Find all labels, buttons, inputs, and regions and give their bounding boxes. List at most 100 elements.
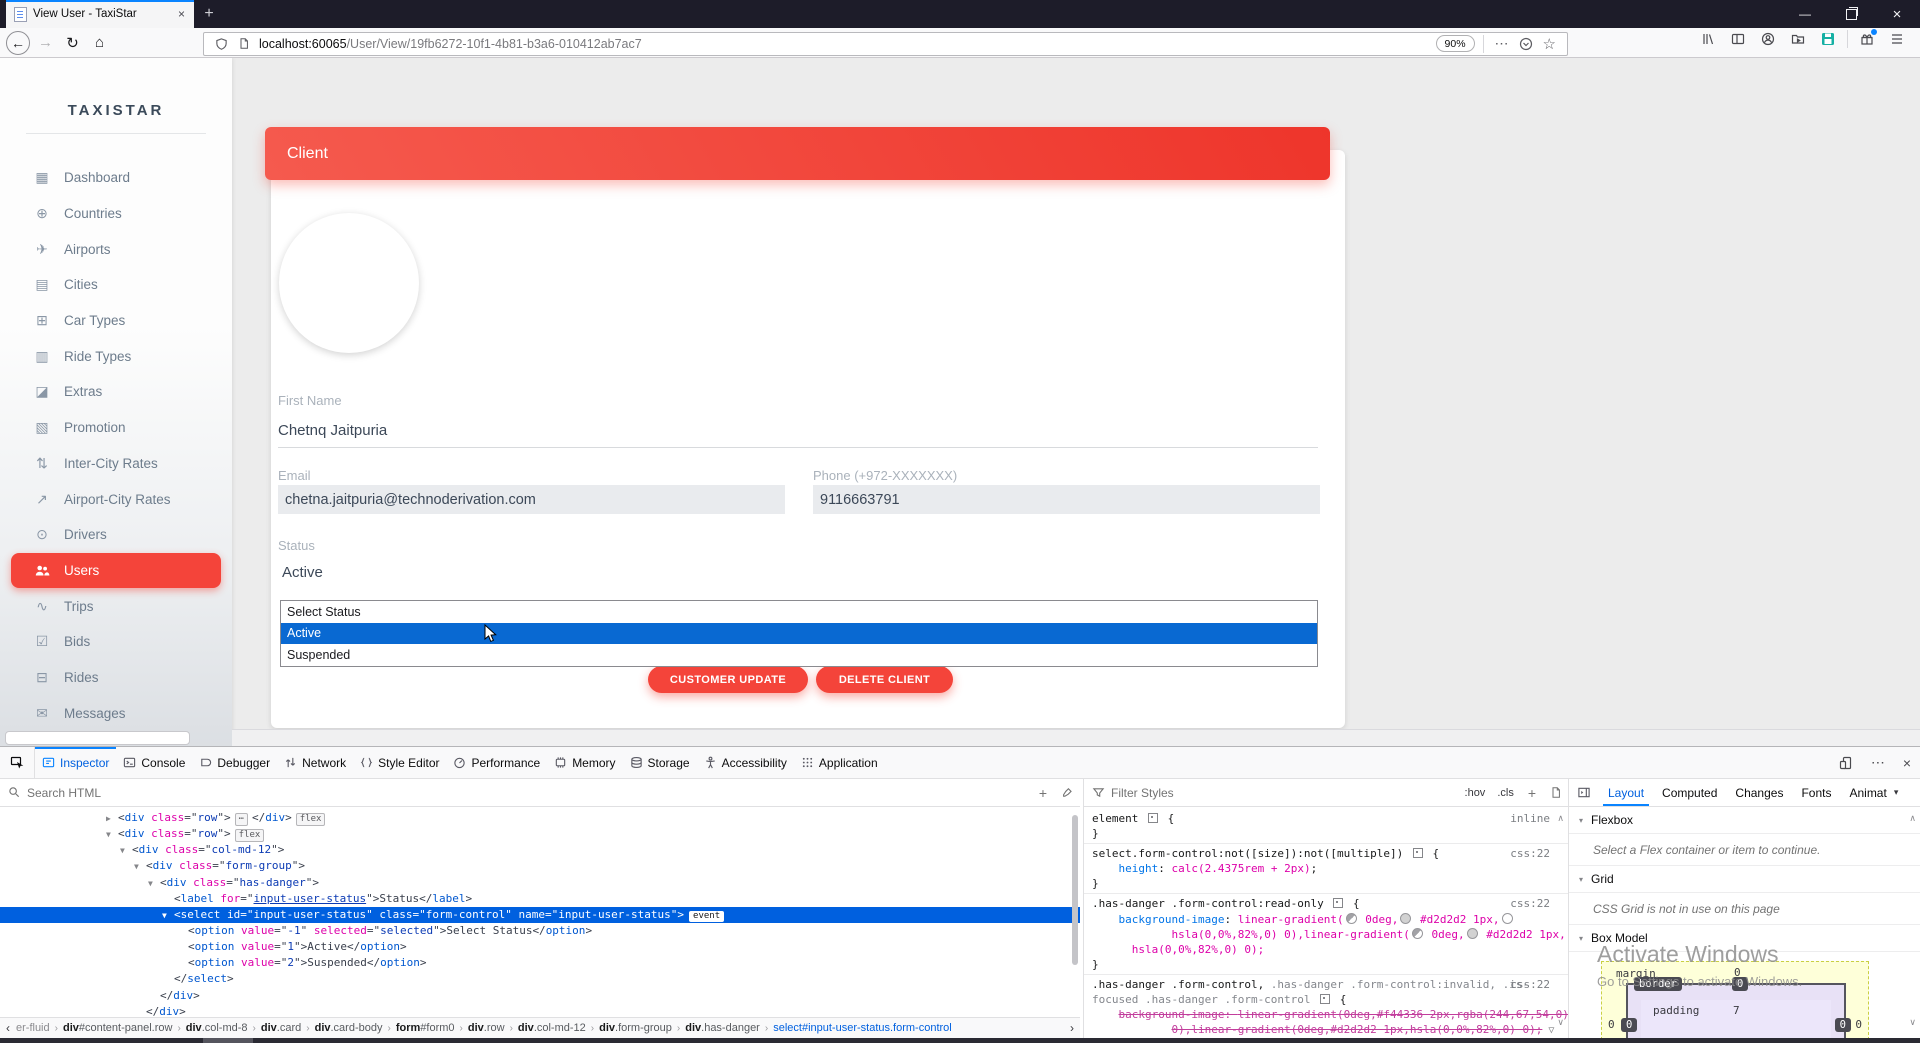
status-option-active[interactable]: Active xyxy=(281,622,1317,645)
target-element-icon[interactable] xyxy=(1412,848,1423,859)
tab-layout[interactable]: Layout xyxy=(1599,779,1653,806)
delete-client-button[interactable]: DELETE CLIENT xyxy=(816,666,953,693)
pseudo-class-button[interactable]: :hov xyxy=(1465,787,1486,799)
back-button[interactable]: ← xyxy=(6,30,30,55)
markup-scrollbar-thumb[interactable] xyxy=(1072,815,1078,965)
devtools-tab-accessibility[interactable]: Accessibility xyxy=(697,747,794,778)
markup-line[interactable]: ▶ <div class="row"> ⋯ </div> flex xyxy=(0,810,1080,826)
email-field[interactable]: chetna.jaitpuria@technoderivation.com xyxy=(278,485,785,514)
sidebar-item-extras[interactable]: ◪ Extras xyxy=(0,374,232,410)
stylesheet-icon[interactable] xyxy=(1550,786,1562,799)
page-info-icon[interactable] xyxy=(238,37,250,50)
markup-line[interactable]: <label for="input-user-status">Status</l… xyxy=(0,891,1080,907)
markup-line[interactable]: ▼ <div class="col-md-12"> xyxy=(0,842,1080,858)
devtools-tab-inspector[interactable]: Inspector xyxy=(35,747,117,778)
layout-scroll-down-icon[interactable]: ∨ xyxy=(1909,1017,1916,1028)
target-element-icon[interactable] xyxy=(1320,994,1331,1005)
overridden-filter-icon[interactable]: ▽ xyxy=(1548,1025,1554,1036)
breadcrumb-item[interactable]: div .card-body xyxy=(315,1022,383,1034)
sidebar-item-inter-city-rates[interactable]: ⇅ Inter-City Rates xyxy=(0,446,232,482)
class-toggle-button[interactable]: .cls xyxy=(1497,787,1514,799)
styles-scroll-down-icon[interactable]: ∨ xyxy=(1557,1017,1564,1028)
sidebar-item-rides[interactable]: ⊟ Rides xyxy=(0,660,232,696)
rule-source-link[interactable]: inline xyxy=(1510,811,1550,826)
devtools-tab-network[interactable]: Network xyxy=(277,747,353,778)
breadcrumb-scroll-left-icon[interactable]: ‹ xyxy=(0,1021,16,1035)
sidebar-item-car-types[interactable]: ⊞ Car Types xyxy=(0,303,232,339)
css-rule[interactable]: select.form-control:not([size]):not([mul… xyxy=(1084,844,1568,895)
breadcrumb-item[interactable]: div .form-group xyxy=(599,1022,672,1034)
border-left-value[interactable]: 0 xyxy=(1621,1018,1638,1032)
add-node-icon[interactable]: + xyxy=(1039,785,1047,801)
rule-source-link[interactable]: css:22 xyxy=(1510,896,1550,911)
tab-close-icon[interactable]: × xyxy=(175,7,188,21)
breadcrumb-item[interactable]: div #content-panel.row xyxy=(63,1022,172,1034)
media-folder-icon[interactable] xyxy=(1791,32,1805,46)
margin-right-value[interactable]: 0 xyxy=(1855,1018,1862,1031)
markup-line[interactable]: ▼ <div class="row"> flex xyxy=(0,826,1080,843)
home-button[interactable]: ⌂ xyxy=(86,34,113,51)
tab-animat[interactable]: Animat xyxy=(1840,779,1895,806)
devtools-menu-icon[interactable]: ⋯ xyxy=(1871,754,1885,771)
sidebar-item-bids[interactable]: ☑ Bids xyxy=(0,624,232,660)
breadcrumb-item[interactable]: div .row xyxy=(468,1022,505,1034)
url-bar[interactable]: localhost:60065/User/View/19fb6272-10f1-… xyxy=(203,31,1568,56)
bookmark-star-icon[interactable]: ☆ xyxy=(1543,35,1556,53)
window-close-button[interactable]: × xyxy=(1874,0,1920,28)
pocket-icon[interactable] xyxy=(1519,37,1533,51)
markup-line[interactable]: <option value="2">Suspended</option> xyxy=(0,955,1080,971)
markup-line[interactable]: <option value="1">Active</option> xyxy=(0,939,1080,955)
breadcrumb-item[interactable]: er-fluid xyxy=(16,1022,50,1034)
sidebar-item-users[interactable]: Users xyxy=(11,552,221,589)
collapse-sidebar-icon[interactable] xyxy=(1577,786,1591,799)
zoom-level-badge[interactable]: 90% xyxy=(1435,35,1475,52)
css-rule[interactable]: .has-danger .form-control:read-only {css… xyxy=(1084,894,1568,975)
css-rule[interactable]: .has-danger .form-control, .has-danger .… xyxy=(1084,975,1568,1038)
markup-line[interactable]: </div> xyxy=(0,1004,1080,1017)
reload-button[interactable]: ↻ xyxy=(59,34,86,52)
sidebar-item-countries[interactable]: ⊕ Countries xyxy=(0,196,232,232)
grid-section-header[interactable]: ▾ Grid xyxy=(1569,866,1920,893)
browser-tab[interactable]: View User - TaxiStar × xyxy=(6,0,194,28)
markup-line-selected[interactable]: ▼ <select id="input-user-status" class="f… xyxy=(0,906,1080,923)
page-scrollbar-thumb[interactable] xyxy=(5,730,190,745)
responsive-mode-icon[interactable] xyxy=(1839,756,1853,770)
border-top-value[interactable]: 0 xyxy=(1732,977,1749,991)
sidebar-item-messages[interactable]: ✉ Messages xyxy=(0,695,232,731)
breadcrumb-item[interactable]: form #form0 xyxy=(396,1022,455,1034)
status-option-suspended[interactable]: Suspended xyxy=(281,644,1317,666)
url-text[interactable]: localhost:60065/User/View/19fb6272-10f1-… xyxy=(259,37,1436,51)
markup-line[interactable]: <option value="-1" selected="selected">S… xyxy=(0,923,1080,939)
rule-source-link[interactable]: css:22 xyxy=(1510,977,1550,992)
box-model-margin[interactable]: margin 0 0 0 border 0 0 0 padding 7 0 0 … xyxy=(1601,961,1869,1038)
target-element-icon[interactable] xyxy=(1147,813,1158,823)
devtools-tab-memory[interactable]: Memory xyxy=(547,747,622,778)
sidebar-item-drivers[interactable]: ⊙ Drivers xyxy=(0,517,232,553)
add-rule-icon[interactable]: + xyxy=(1528,785,1536,801)
devtools-tab-style-editor[interactable]: Style Editor xyxy=(353,747,446,778)
page-actions-icon[interactable]: ⋯ xyxy=(1495,35,1509,52)
page-horizontal-scrollbar[interactable] xyxy=(232,729,1920,746)
tracking-shield-icon[interactable] xyxy=(215,37,228,51)
library-icon[interactable] xyxy=(1701,32,1715,46)
border-right-value[interactable]: 0 xyxy=(1834,1018,1851,1032)
padding-top-value[interactable]: 7 xyxy=(1733,1004,1740,1017)
css-rule[interactable]: element {inline} xyxy=(1084,809,1568,845)
forward-button[interactable]: → xyxy=(32,34,59,51)
save-extension-icon[interactable] xyxy=(1821,32,1835,46)
devtools-tab-debugger[interactable]: Debugger xyxy=(192,747,277,778)
customer-update-button[interactable]: CUSTOMER UPDATE xyxy=(648,666,808,693)
sidebars-icon[interactable] xyxy=(1731,32,1745,46)
sidebar-item-promotion[interactable]: ▧ Promotion xyxy=(0,410,232,446)
sidebar-item-trips[interactable]: ∿ Trips xyxy=(0,588,232,624)
box-model-border[interactable]: border 0 0 0 padding 7 0 0 7 1166×27 xyxy=(1621,977,1851,1038)
window-restore-button[interactable] xyxy=(1828,0,1874,28)
markup-line[interactable]: ▼ <div class="has-danger"> xyxy=(0,875,1080,891)
new-tab-button[interactable]: + xyxy=(194,0,224,28)
styles-scroll-up-icon[interactable]: ∧ xyxy=(1557,813,1564,824)
sidebar-item-dashboard[interactable]: ▦ Dashboard xyxy=(0,160,232,196)
element-picker-button[interactable] xyxy=(0,747,35,778)
menu-hamburger-icon[interactable] xyxy=(1890,33,1904,45)
target-element-icon[interactable] xyxy=(1333,898,1344,909)
devtools-tab-performance[interactable]: Performance xyxy=(446,747,547,778)
